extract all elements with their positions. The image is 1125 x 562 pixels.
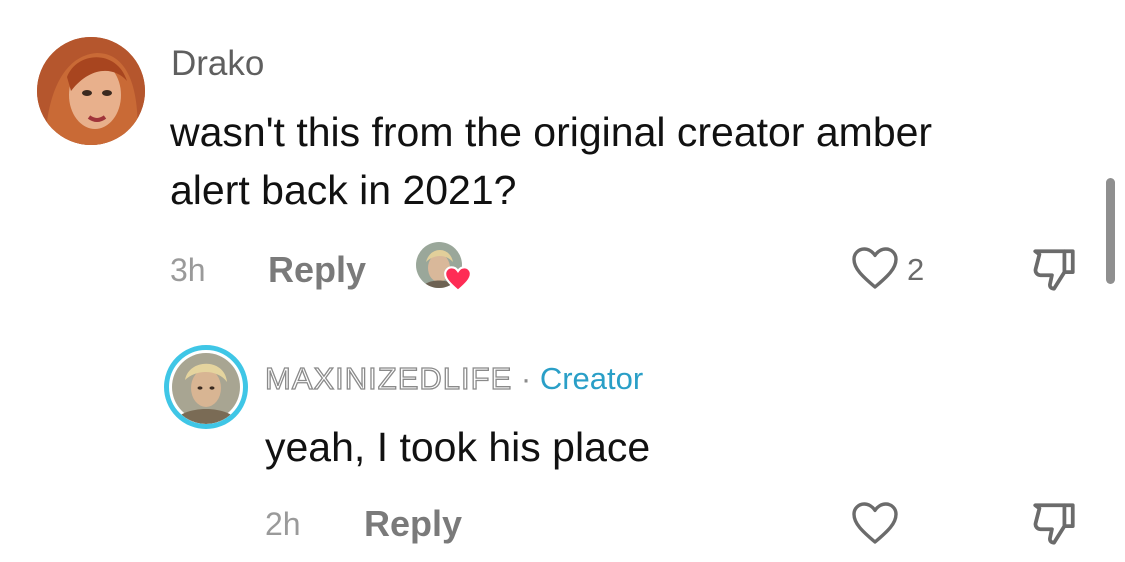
heart-outline-icon[interactable]: [851, 246, 899, 290]
avatar-image: [37, 37, 145, 145]
avatar-image: [172, 353, 240, 424]
separator: ·: [520, 361, 532, 396]
reply-timestamp: 2h: [265, 506, 301, 542]
comment-username[interactable]: Drako: [171, 44, 264, 84]
comment-timestamp: 3h: [170, 252, 206, 288]
reply-button[interactable]: Reply: [268, 249, 366, 291]
thumbs-down-icon[interactable]: [1029, 499, 1079, 549]
reply-comment-text: yeah, I took his place: [265, 424, 651, 470]
comment-text-line-2: alert back in 2021?: [170, 167, 517, 213]
scrollbar[interactable]: [1106, 178, 1115, 284]
avatar[interactable]: [37, 37, 145, 145]
like-count: 2: [907, 252, 925, 287]
heart-filled-icon: [444, 266, 472, 292]
heart-outline-icon[interactable]: [851, 501, 899, 545]
creator-avatar[interactable]: [164, 345, 248, 429]
thumbs-down-icon[interactable]: [1029, 245, 1079, 295]
creator-liked-badge: [416, 242, 472, 294]
reply-username-row: MAXINIZEDLIFE · Creator: [264, 360, 644, 397]
reply-button[interactable]: Reply: [364, 503, 462, 545]
creator-badge: Creator: [539, 361, 644, 396]
reply-username[interactable]: MAXINIZEDLIFE: [264, 360, 512, 396]
comment-text-line-1: wasn't this from the original creator am…: [170, 109, 933, 155]
